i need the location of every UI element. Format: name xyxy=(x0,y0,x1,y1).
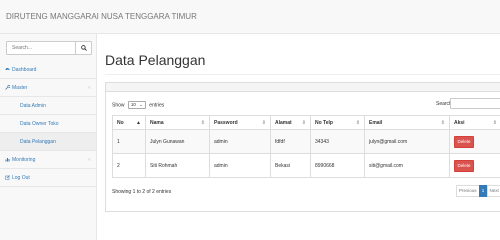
chart-icon xyxy=(5,158,10,162)
column-label: Alamat xyxy=(275,119,292,126)
sidebar-item-label: Data Owner Toko xyxy=(20,121,59,127)
delete-button[interactable]: Delete xyxy=(454,159,474,172)
sidebar-item-data-admin[interactable]: Data Admin xyxy=(0,97,96,115)
wrench-icon xyxy=(5,85,10,90)
cell-nama: Siti Rohmah xyxy=(145,153,210,178)
top-navbar: DIRUTENG MANGGARAI NUSA TENGGARA TIMUR xyxy=(0,0,500,34)
column-label: Password xyxy=(214,119,238,126)
cell-no-telp: 8990668 xyxy=(310,153,365,178)
sort-icon: ⇕ xyxy=(261,120,266,126)
sort-asc-icon: ▲ xyxy=(136,120,141,126)
column-header-aksi[interactable]: Aksi ⇕ xyxy=(449,115,500,130)
show-label: Show xyxy=(112,102,125,109)
entries-select[interactable]: 10 ⌄ xyxy=(127,101,146,109)
column-label: No xyxy=(117,119,124,126)
table-info: Showing 1 to 2 of 2 entries xyxy=(112,189,172,195)
sidebar-item-dashboard[interactable]: Dashboard xyxy=(0,61,96,79)
table-header-row: No ▲ Nama ⇕ Password ⇕ Alamat ⇕ No Telp ⇕ Ema… xyxy=(112,115,500,130)
column-header-email[interactable]: Email ⇕ xyxy=(364,115,450,130)
pelanggan-table: No ▲ Nama ⇕ Password ⇕ Alamat ⇕ No Telp ⇕ Ema… xyxy=(112,115,500,178)
cell-password: admin xyxy=(209,129,271,154)
delete-button[interactable]: Delete xyxy=(454,135,474,148)
sidebar: Dashboard Master ‹ Data Admin Data Owner… xyxy=(0,34,97,240)
column-label: Nama xyxy=(150,119,164,126)
column-header-no[interactable]: No ▲ xyxy=(112,115,146,130)
edit-icon xyxy=(5,175,10,180)
title-divider xyxy=(105,74,500,75)
cell-password: admin xyxy=(209,153,271,178)
sort-icon: ⇕ xyxy=(492,120,497,126)
column-header-alamat[interactable]: Alamat ⇕ xyxy=(270,115,311,130)
chevron-left-icon: ‹ xyxy=(88,157,90,163)
search-button[interactable] xyxy=(75,42,91,54)
pagination-previous[interactable]: Previous xyxy=(456,185,480,197)
brand-title[interactable]: DIRUTENG MANGGARAI NUSA TENGGARA TIMUR xyxy=(6,12,197,21)
cell-aksi: Delete xyxy=(449,153,500,178)
sidebar-item-label: Log Out xyxy=(12,175,30,181)
sort-icon: ⇕ xyxy=(440,120,445,126)
sidebar-item-label: Monitoring xyxy=(12,157,36,163)
entries-label: entries xyxy=(149,102,165,109)
sort-icon: ⇕ xyxy=(355,120,360,126)
page-title: Data Pelanggan xyxy=(105,52,206,68)
length-control: Show 10 ⌄ entries xyxy=(112,101,164,109)
cell-alamat: Bekasi xyxy=(270,153,311,178)
sidebar-item-master[interactable]: Master ‹ xyxy=(0,79,96,97)
column-label: No Telp xyxy=(315,119,333,126)
cell-no-telp: 34343 xyxy=(310,129,365,154)
column-header-no-telp[interactable]: No Telp ⇕ xyxy=(310,115,365,130)
sidebar-item-label: Master xyxy=(12,85,28,91)
sort-icon: ⇕ xyxy=(200,120,205,126)
column-label: Aksi xyxy=(454,119,465,126)
search-icon xyxy=(80,45,87,51)
cell-no: 2 xyxy=(112,153,146,178)
sidebar-item-data-pelanggan[interactable]: Data Pelanggan xyxy=(0,133,96,151)
dashboard-icon xyxy=(5,68,10,71)
panel-heading xyxy=(106,83,500,92)
entries-value: 10 xyxy=(130,102,136,107)
column-header-password[interactable]: Password ⇕ xyxy=(209,115,271,130)
column-label: Email xyxy=(369,119,383,126)
main-content: Data Pelanggan Show 10 ⌄ entries Search: … xyxy=(97,34,500,240)
cell-nama: Julyn Gunawan xyxy=(145,129,210,154)
column-header-nama[interactable]: Nama ⇕ xyxy=(145,115,210,130)
sidebar-item-label: Data Admin xyxy=(20,103,46,109)
chevron-down-icon: ⌄ xyxy=(139,102,143,107)
sidebar-item-label: Data Pelanggan xyxy=(20,139,56,145)
sidebar-item-data-owner-toko[interactable]: Data Owner Toko xyxy=(0,115,96,133)
cell-email: siti@gmail.com xyxy=(364,153,450,178)
sidebar-search-input[interactable] xyxy=(7,42,77,54)
sort-icon: ⇕ xyxy=(301,120,306,126)
table-search-input[interactable] xyxy=(450,98,500,109)
cell-email: julyn@gmail.com xyxy=(364,129,450,154)
pagination: Previous 1 Next xyxy=(456,185,500,197)
table-row: 2 Siti Rohmah admin Bekasi 8990668 siti@… xyxy=(112,153,500,178)
table-row: 1 Julyn Gunawan admin fdfdf 34343 julyn@… xyxy=(112,129,500,154)
cell-aksi: Delete xyxy=(449,129,500,154)
cell-alamat: fdfdf xyxy=(270,129,311,154)
sidebar-item-label: Dashboard xyxy=(12,67,37,73)
cell-no: 1 xyxy=(112,129,146,154)
sidebar-search xyxy=(6,41,92,55)
data-panel: Show 10 ⌄ entries Search: No ▲ Nama ⇕ Passw… xyxy=(105,82,500,212)
sidebar-item-log-out[interactable]: Log Out xyxy=(0,169,96,187)
sidebar-item-monitoring[interactable]: Monitoring ‹ xyxy=(0,151,96,169)
chevron-left-icon: ‹ xyxy=(88,85,90,91)
pagination-next[interactable]: Next xyxy=(486,185,500,197)
